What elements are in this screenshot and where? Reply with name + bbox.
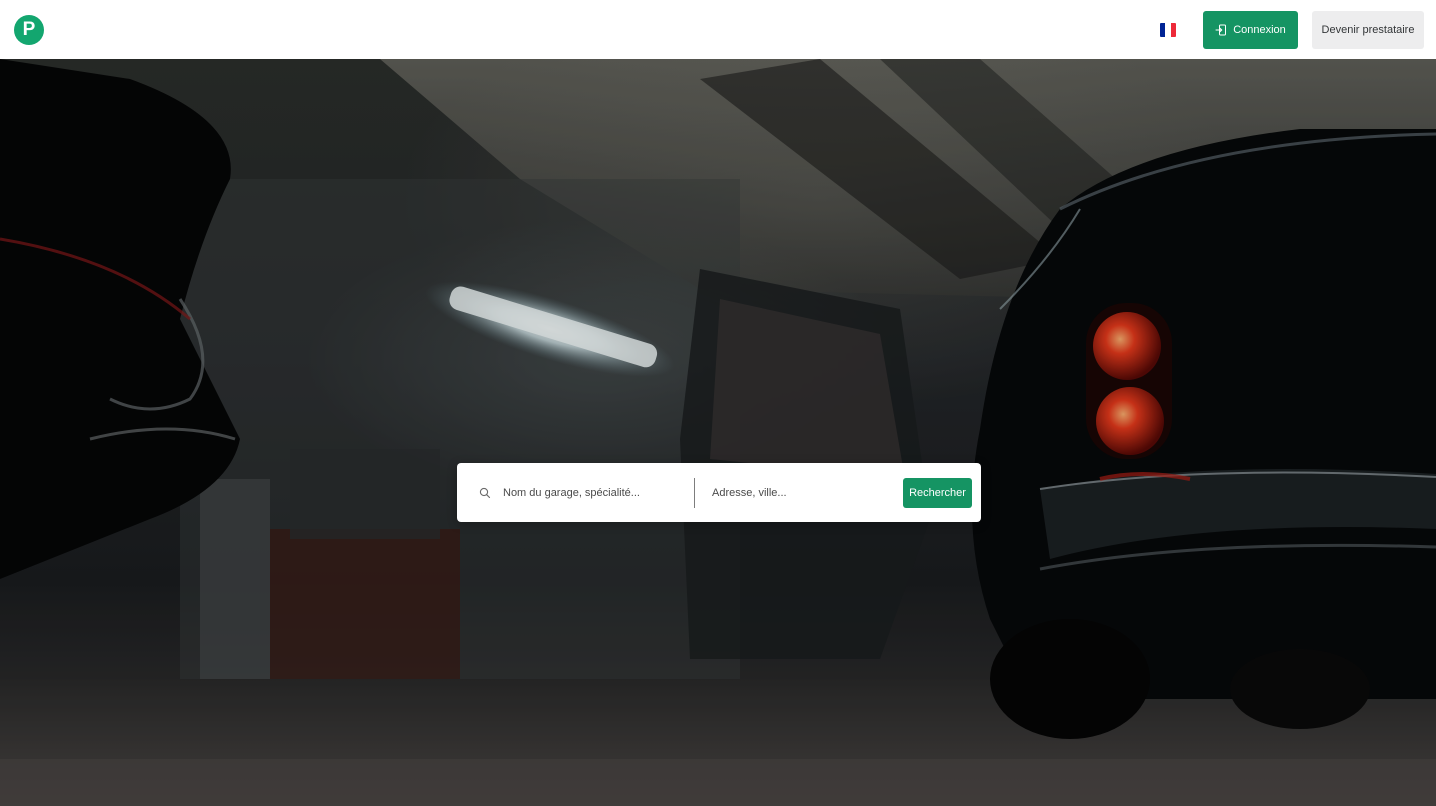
logo[interactable]: P [14, 14, 44, 45]
garage-photo [0, 59, 1436, 806]
search-icon [479, 487, 491, 498]
fr-flag-icon[interactable] [1160, 22, 1176, 37]
become-provider-button[interactable]: Devenir prestataire [1312, 10, 1424, 49]
flag-stripe-red [1170, 22, 1176, 37]
search-button[interactable]: Rechercher [903, 477, 972, 508]
login-button[interactable]: Connexion [1203, 10, 1298, 49]
search-icon-wrapper [457, 487, 493, 499]
navbar-actions: Connexion Devenir prestataire [1160, 10, 1424, 49]
search-divider [694, 477, 695, 508]
login-label: Connexion [1233, 23, 1286, 36]
garage-name-input[interactable] [501, 485, 686, 500]
login-icon [1215, 24, 1227, 35]
address-input[interactable] [710, 485, 900, 500]
top-navbar: P Connexion Devenir prestataire [0, 0, 1436, 59]
hero-background: Rechercher [0, 59, 1436, 806]
search-bar: Rechercher [457, 463, 981, 522]
